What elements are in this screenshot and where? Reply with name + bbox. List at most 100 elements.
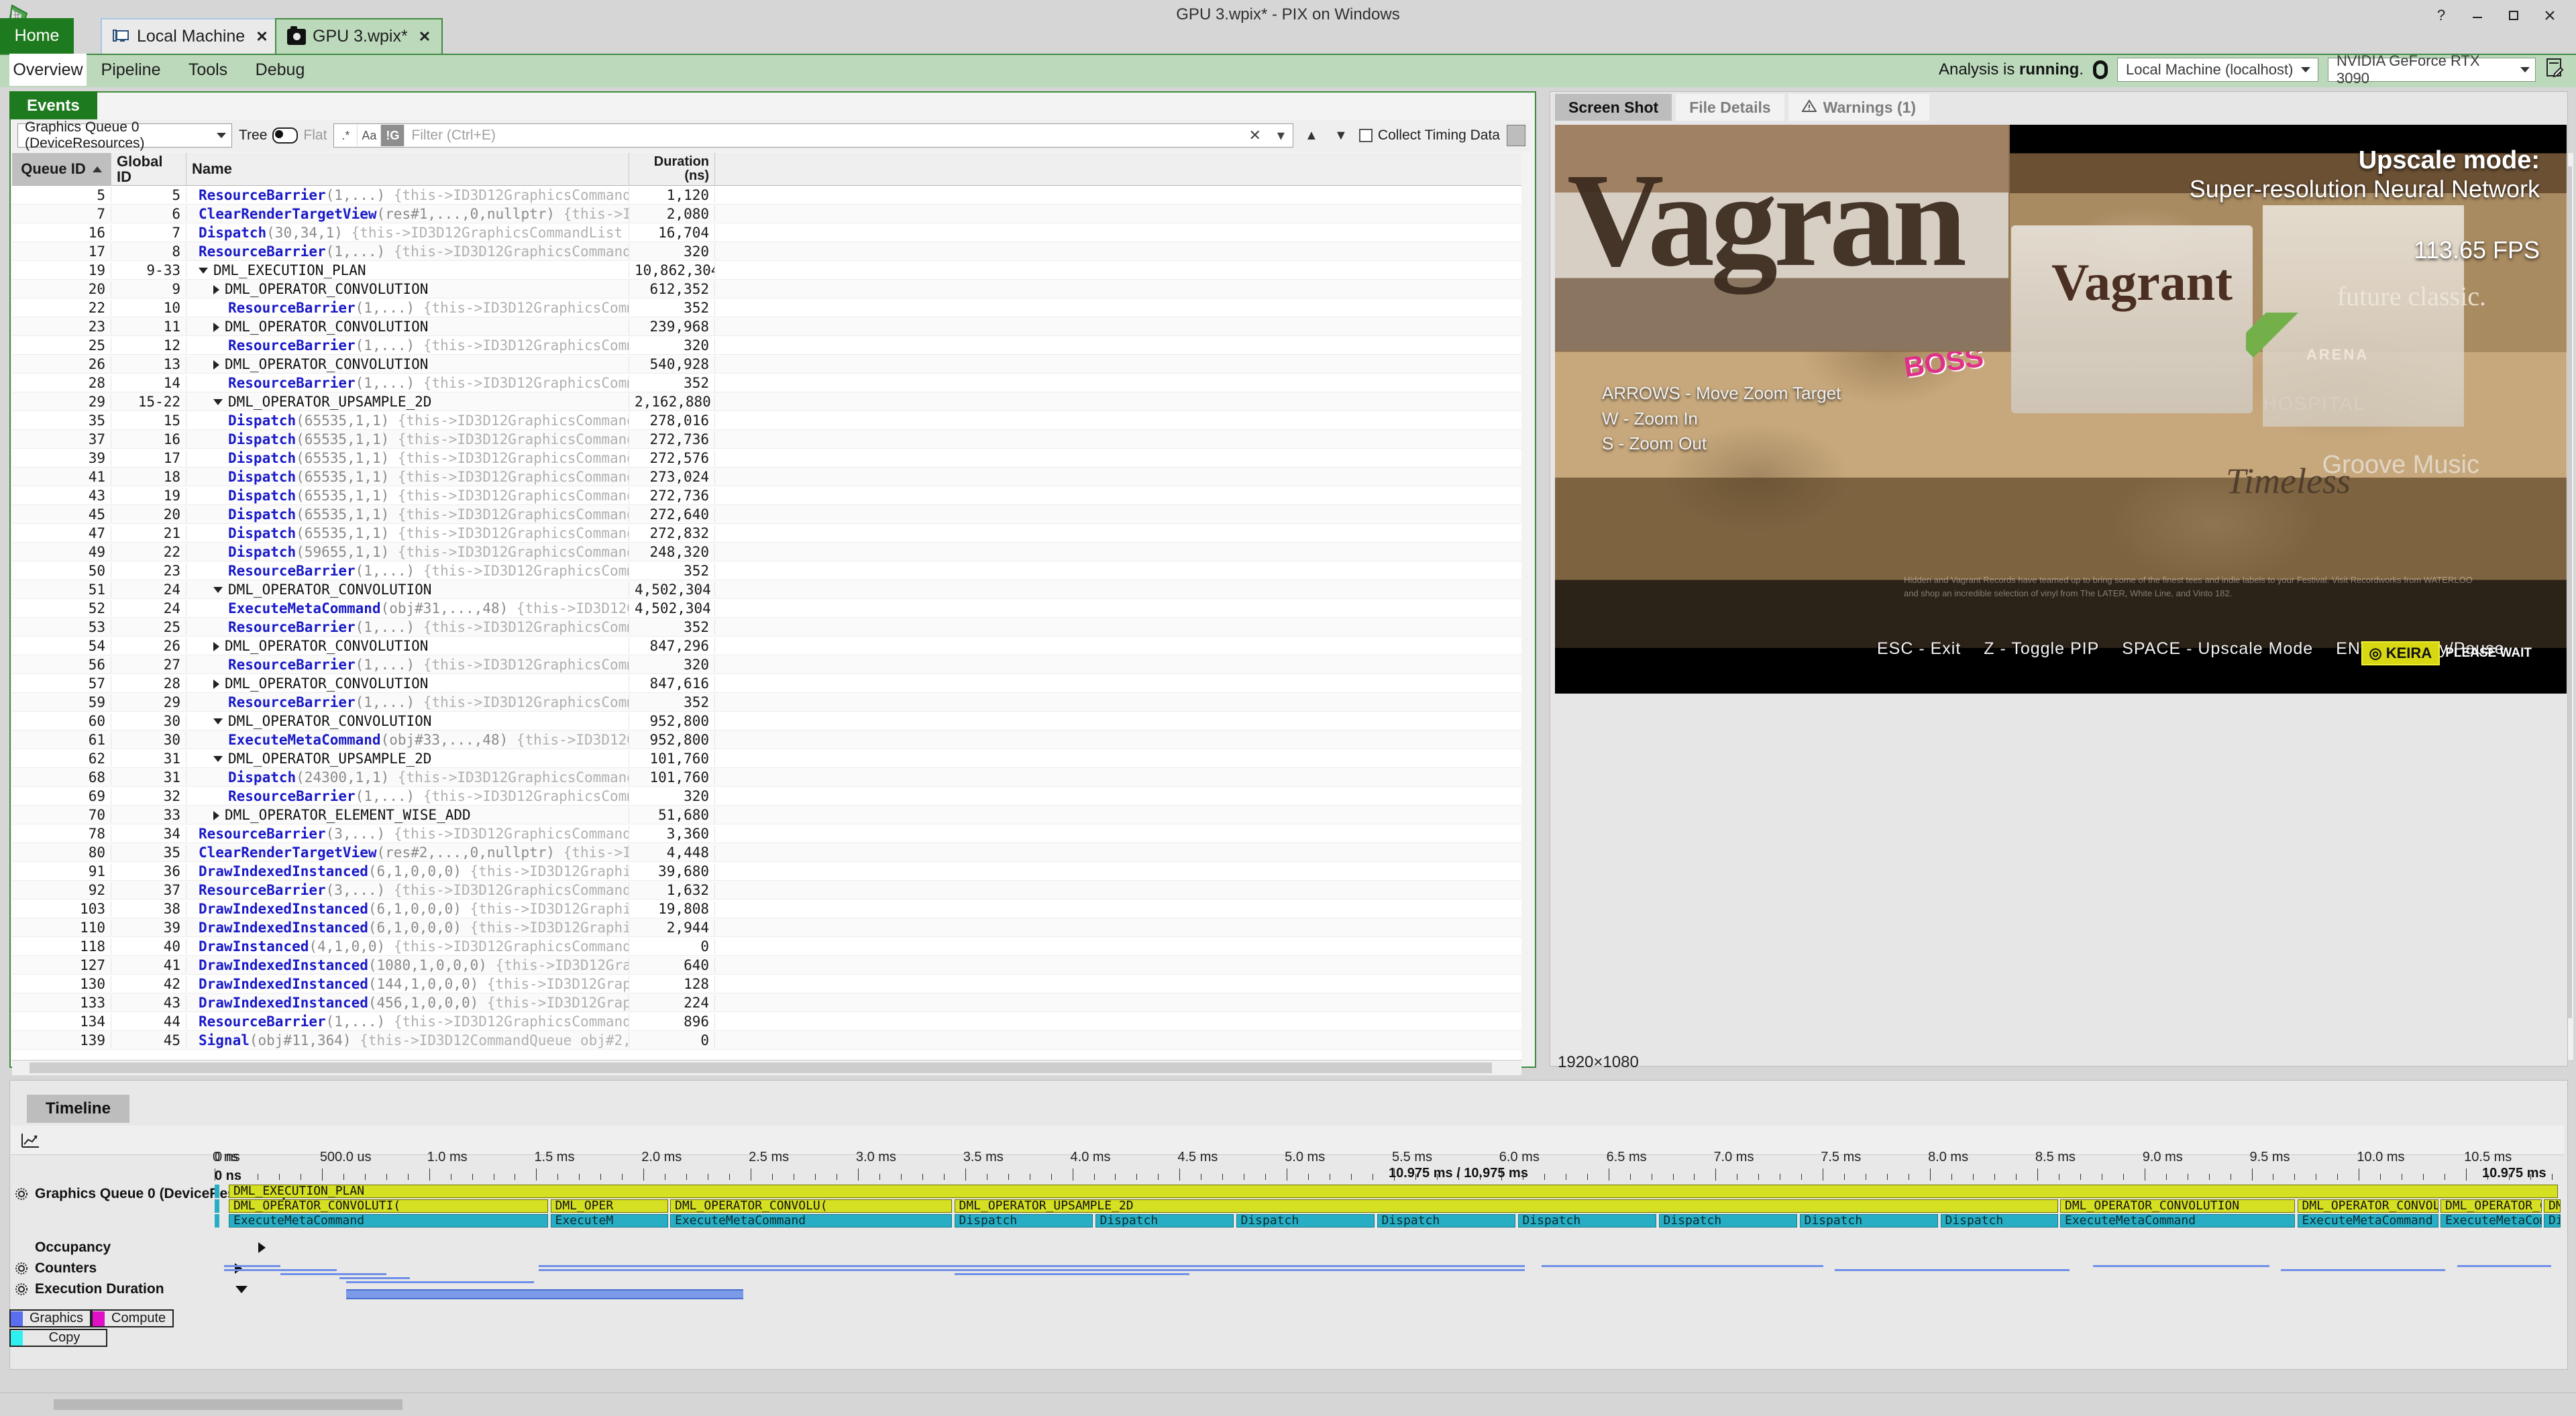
- table-row[interactable]: 28 14 ResourceBarrier(1,...) {this->ID3D12…: [12, 374, 1521, 392]
- gear-icon[interactable]: [15, 1262, 28, 1275]
- timeline-bar-call[interactable]: Dis: [2544, 1214, 2561, 1228]
- chevron-right-icon[interactable]: [258, 1242, 266, 1253]
- timeline-bar-call[interactable]: Dispatch: [1095, 1214, 1234, 1228]
- table-row[interactable]: 53 25 ResourceBarrier(1,...) {this->ID3D12…: [12, 618, 1521, 637]
- timeline-bar-call[interactable]: ExecuteMetaCommand: [670, 1214, 952, 1228]
- tab-close-icon[interactable]: ✕: [256, 28, 268, 46]
- table-row[interactable]: 20 9 DML_OPERATOR_CONVOLUTION 612,352: [12, 280, 1521, 298]
- table-row[interactable]: 37 16 Dispatch(65535,1,1) {this->ID3D12Gra…: [12, 430, 1521, 449]
- timeline-bar-call[interactable]: Dispatch: [954, 1214, 1093, 1228]
- table-row[interactable]: 133 43 DrawIndexedInstanced(456,1,0,0,0) {…: [12, 993, 1521, 1012]
- tree-toggle-icon[interactable]: [213, 718, 223, 724]
- timeline-bar-execution-plan[interactable]: DML_EXECUTION_PLAN: [229, 1185, 2558, 1198]
- timeline-bar-call[interactable]: ExecuteM: [550, 1214, 668, 1228]
- timeline-bar-operator[interactable]: DML: [2544, 1199, 2561, 1213]
- table-row[interactable]: 127 41 DrawIndexedInstanced(1080,1,0,0,0) …: [12, 956, 1521, 975]
- table-row[interactable]: 118 40 DrawInstanced(4,1,0,0) {this->ID3D1…: [12, 937, 1521, 956]
- column-header-queue-id[interactable]: Queue ID: [12, 153, 111, 185]
- document-tab-gpu3-wpix[interactable]: GPU 3.wpix* ✕: [275, 18, 443, 54]
- timeline-bar-operator[interactable]: DML_OPERATOR_CONVOLUTION: [2060, 1199, 2295, 1213]
- machine-select[interactable]: Local Machine (localhost): [2117, 58, 2318, 82]
- table-row[interactable]: 91 36 DrawIndexedInstanced(6,1,0,0,0) {thi…: [12, 862, 1521, 881]
- timeline-bar-call[interactable]: ExecuteMetaCommand: [229, 1214, 548, 1228]
- table-row[interactable]: 41 18 Dispatch(65535,1,1) {this->ID3D12Gra…: [12, 468, 1521, 486]
- stop-capture-icon[interactable]: [2093, 60, 2108, 79]
- table-row[interactable]: 69 32 ResourceBarrier(1,...) {this->ID3D12…: [12, 787, 1521, 806]
- table-row[interactable]: 16 7 Dispatch(30,34,1) {this->ID3D12Graphi…: [12, 223, 1521, 242]
- column-header-global-id[interactable]: Global ID: [111, 153, 186, 185]
- captured-frame-screenshot[interactable]: HORIZON BOSS ARENA SIGNED Vagrant future…: [1555, 125, 2567, 694]
- filter-negate-toggle[interactable]: !G: [381, 125, 405, 146]
- table-row[interactable]: 68 31 Dispatch(24300,1,1) {this->ID3D12Gra…: [12, 768, 1521, 787]
- legend-item-compute[interactable]: Compute: [91, 1309, 174, 1327]
- timeline-bar-call[interactable]: ExecuteMetaCommand: [2060, 1214, 2295, 1228]
- table-row[interactable]: 110 39 DrawIndexedInstanced(6,1,0,0,0) {th…: [12, 918, 1521, 937]
- table-row[interactable]: 80 35 ClearRenderTargetView(res#2,...,0,nu…: [12, 843, 1521, 862]
- table-row[interactable]: 45 20 Dispatch(65535,1,1) {this->ID3D12Gra…: [12, 505, 1521, 524]
- table-row[interactable]: 78 34 ResourceBarrier(3,...) {this->ID3D12…: [12, 824, 1521, 843]
- filter-regex-toggle[interactable]: .*: [334, 125, 358, 146]
- notes-icon[interactable]: [2545, 58, 2564, 82]
- legend-item-copy[interactable]: Copy: [9, 1329, 107, 1347]
- tree-toggle-icon[interactable]: [213, 641, 219, 651]
- help-icon[interactable]: ?: [2423, 4, 2459, 27]
- column-header-duration[interactable]: EOP to EOP Duration (ns): [629, 153, 715, 185]
- filter-dropdown-icon[interactable]: ▾: [1269, 127, 1293, 144]
- timeline-tab[interactable]: Timeline: [27, 1095, 129, 1123]
- filter-input-group[interactable]: .* Aa !G Filter (Ctrl+E) ✕ ▾: [333, 123, 1293, 148]
- table-row[interactable]: 17 8 ResourceBarrier(1,...) {this->ID3D12G…: [12, 242, 1521, 261]
- tree-toggle-icon[interactable]: [213, 284, 219, 294]
- table-row[interactable]: 130 42 DrawIndexedInstanced(144,1,0,0,0) {…: [12, 975, 1521, 993]
- table-row[interactable]: 7 6 ClearRenderTargetView(res#1,...,0,null…: [12, 205, 1521, 223]
- timeline-bar-call[interactable]: ExecuteMetaCommand: [2297, 1214, 2438, 1228]
- timeline-bar-call[interactable]: Dispatch: [1658, 1214, 1797, 1228]
- ribbon-tab-tools[interactable]: Tools: [178, 54, 238, 86]
- filter-input[interactable]: Filter (Ctrl+E): [405, 127, 495, 144]
- find-next-icon[interactable]: ▼: [1330, 124, 1352, 147]
- toggle-switch-icon[interactable]: [272, 127, 299, 144]
- clear-filter-icon[interactable]: ✕: [1240, 127, 1269, 144]
- legend-item-graphics[interactable]: Graphics: [9, 1309, 92, 1327]
- events-tab[interactable]: Events: [9, 91, 97, 119]
- tree-toggle-icon[interactable]: [213, 679, 219, 689]
- tree-flat-toggle[interactable]: Tree Flat: [239, 127, 327, 144]
- timeline-bar-call[interactable]: Dispatch: [1517, 1214, 1656, 1228]
- timeline-bar-operator[interactable]: DML_OPERATOR_CONVOLUTION: [2297, 1199, 2438, 1213]
- table-row[interactable]: 35 15 Dispatch(65535,1,1) {this->ID3D12Gra…: [12, 411, 1521, 430]
- table-row[interactable]: 103 38 DrawIndexedInstanced(6,1,0,0,0) {th…: [12, 900, 1521, 918]
- table-row[interactable]: 51 24 DML_OPERATOR_CONVOLUTION 4,502,304: [12, 580, 1521, 599]
- table-row[interactable]: 23 11 DML_OPERATOR_CONVOLUTION 239,968: [12, 317, 1521, 336]
- timeline-ruler[interactable]: 0 ns 500.0 us 1.0 ms 1.5 ms 2.0 ms 2.5 ms 3.0 …: [213, 1150, 2563, 1183]
- scrollbar-thumb[interactable]: [30, 1063, 1492, 1073]
- timeline-bar-call[interactable]: Dispatch: [1799, 1214, 1938, 1228]
- table-row[interactable]: 134 44 ResourceBarrier(1,...) {this->ID3D1…: [12, 1012, 1521, 1031]
- ribbon-tab-debug[interactable]: Debug: [248, 54, 312, 86]
- table-row[interactable]: 62 31 DML_OPERATOR_UPSAMPLE_2D 101,760: [12, 749, 1521, 768]
- table-row[interactable]: 47 21 Dispatch(65535,1,1) {this->ID3D12Gra…: [12, 524, 1521, 543]
- tab-screen-shot[interactable]: Screen Shot: [1555, 94, 1672, 121]
- ribbon-tab-overview[interactable]: Overview: [9, 54, 87, 86]
- timeline-bar-operator[interactable]: DML_OPER: [550, 1199, 668, 1213]
- column-header-name[interactable]: Name: [186, 153, 629, 185]
- maximize-icon[interactable]: [2496, 4, 2532, 27]
- table-row[interactable]: 43 19 Dispatch(65535,1,1) {this->ID3D12Gra…: [12, 486, 1521, 505]
- table-row[interactable]: 26 13 DML_OPERATOR_CONVOLUTION 540,928: [12, 355, 1521, 374]
- table-row[interactable]: 14046Present(obj#38,0,) {this->ID3D12Sha…: [12, 1050, 1521, 1051]
- tree-toggle-icon[interactable]: [213, 399, 223, 405]
- filter-case-toggle[interactable]: Aa: [358, 125, 382, 146]
- table-row[interactable]: 49 22 Dispatch(59655,1,1) {this->ID3D12Gra…: [12, 543, 1521, 561]
- timeline-bar-call[interactable]: Dispatch: [1236, 1214, 1375, 1228]
- queue-select[interactable]: Graphics Queue 0 (DeviceResources): [17, 119, 232, 151]
- timeline-section-counters[interactable]: Counters: [15, 1260, 243, 1276]
- ribbon-tab-pipeline[interactable]: Pipeline: [94, 54, 168, 86]
- timeline-bar-call[interactable]: ExecuteMetaCommand: [2440, 1214, 2542, 1228]
- document-tab-local-machine[interactable]: Local Machine ✕: [101, 18, 280, 54]
- checkbox-icon[interactable]: [1358, 129, 1373, 142]
- table-row[interactable]: 139 45 Signal(obj#11,364) {this->ID3D12Com…: [12, 1031, 1521, 1050]
- timeline-bar-call[interactable]: Dispatch: [1940, 1214, 2058, 1228]
- tab-close-icon[interactable]: ✕: [419, 28, 431, 46]
- tree-toggle-icon[interactable]: [213, 587, 223, 593]
- table-row[interactable]: 29 15-22 DML_OPERATOR_UPSAMPLE_2D 2,162,880: [12, 392, 1521, 411]
- timeline-section-occupancy[interactable]: Occupancy: [35, 1240, 266, 1256]
- collect-timing-data-checkbox[interactable]: Collect Timing Data: [1358, 127, 1500, 144]
